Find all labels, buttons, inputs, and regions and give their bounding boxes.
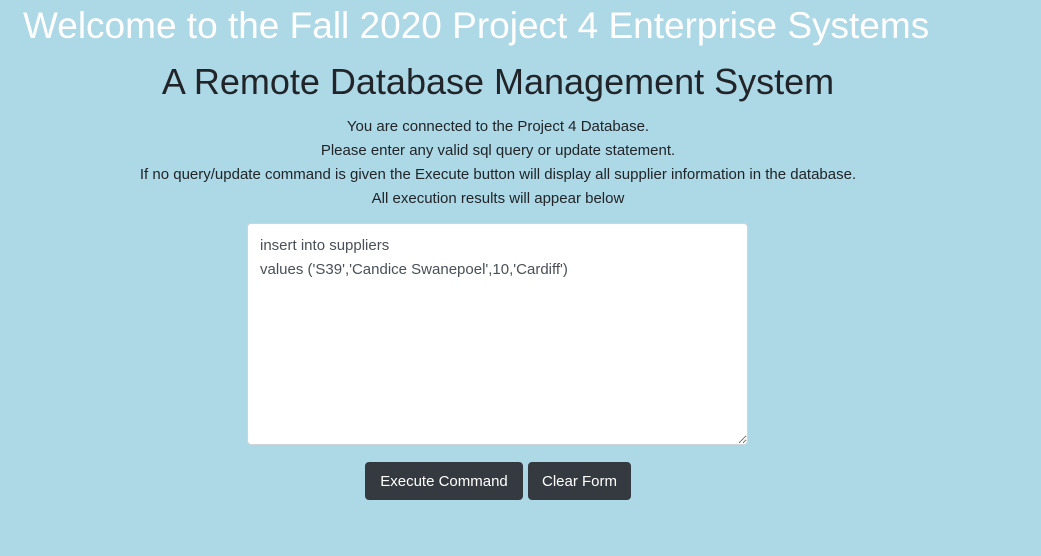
page-title: A Remote Database Management System (161, 61, 835, 102)
action-buttons: Execute Command Clear Form (365, 462, 631, 500)
instruction-text: Please enter any valid sql query or upda… (320, 142, 676, 159)
instructions: You are connected to the Project 4 Datab… (0, 115, 996, 211)
execute-command-button[interactable]: Execute Command (365, 462, 523, 500)
connection-status-text: You are connected to the Project 4 Datab… (346, 118, 650, 135)
results-note-text: All execution results will appear below (371, 190, 625, 207)
clear-form-button[interactable]: Clear Form (528, 462, 631, 500)
welcome-heading: Welcome to the Fall 2020 Project 4 Enter… (23, 5, 930, 46)
sql-query-input[interactable] (247, 223, 748, 445)
default-behavior-text: If no query/update command is given the … (139, 166, 857, 183)
